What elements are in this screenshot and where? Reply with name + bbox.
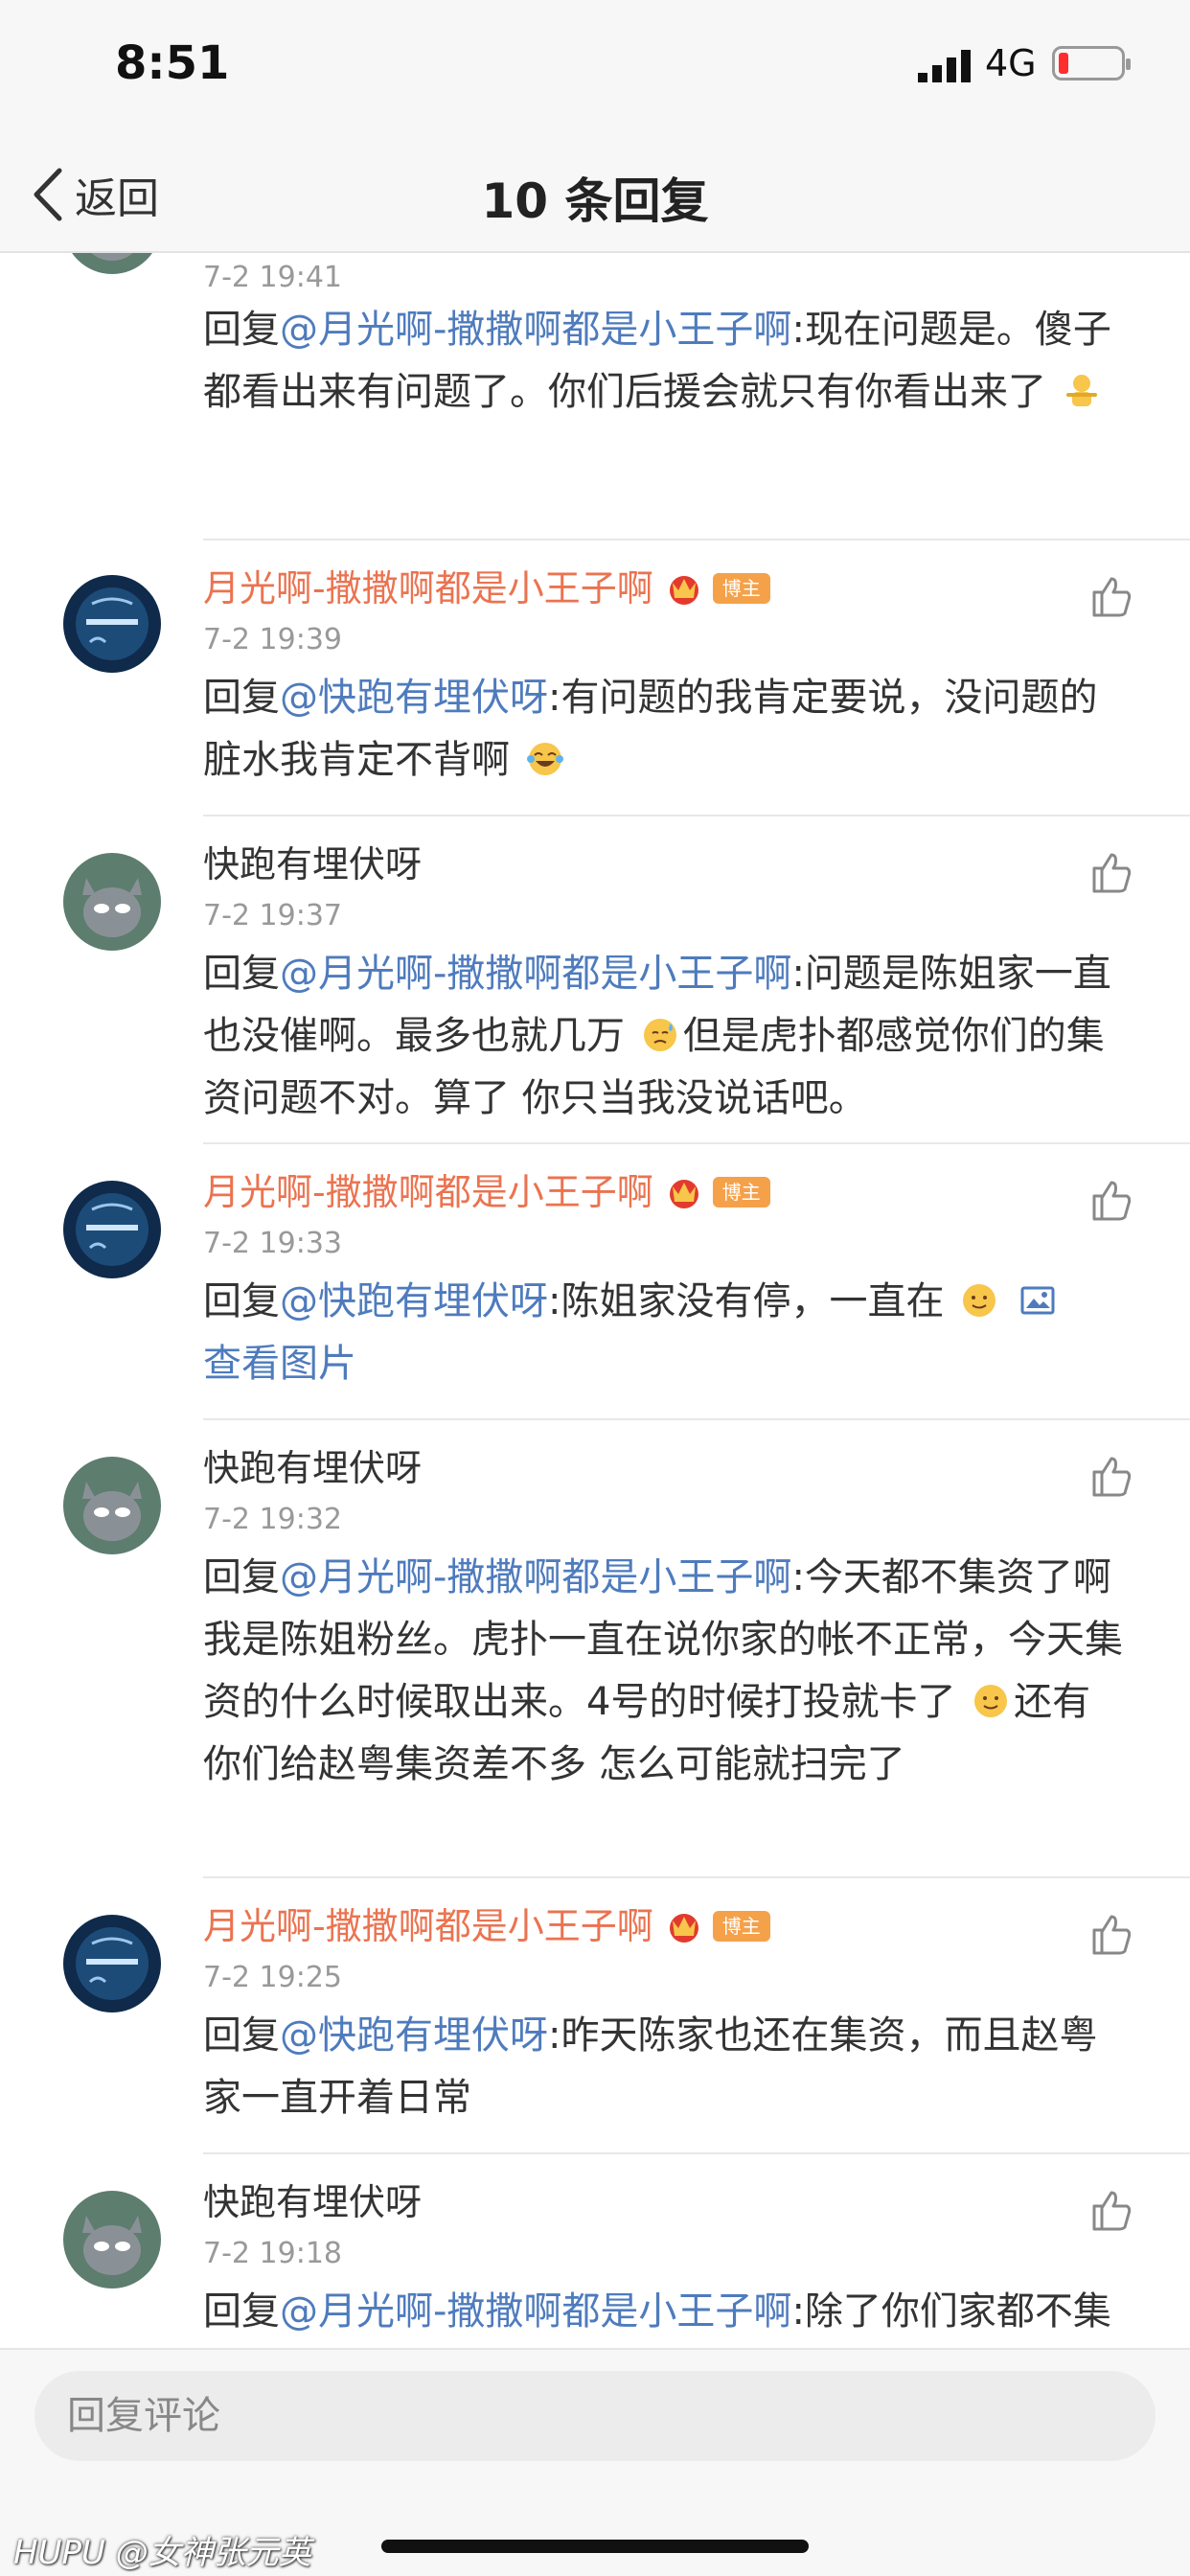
mention-link[interactable]: @快跑有埋伏呀 [280,2013,548,2058]
mention-link[interactable]: @快跑有埋伏呀 [280,1279,548,1323]
comment-text: 回复@快跑有埋伏呀:陈姐家没有停，一直在 查看图片 [203,1271,1123,1395]
crown-icon [669,576,698,605]
reply-prefix: 回复 [203,952,280,996]
comment-author[interactable]: 月光啊-撒撒啊都是小王子啊 博主 [203,1169,770,1215]
comment-text: 回复@月光啊-撒撒啊都是小王子啊:现在问题是。傻子都看出来有问题了。你们后援会就… [203,299,1123,424]
thumbs-up-icon[interactable] [1088,1453,1134,1499]
comment-author[interactable]: 快跑有埋伏呀 [203,1445,422,1491]
watermark: HUPU @女神张元英 [13,2534,311,2572]
comment-time: 7-2 19:41 [203,261,342,294]
image-icon[interactable] [1018,1281,1057,1320]
blogger-badge: 博主 [712,1177,770,1208]
author-name: 月光啊-撒撒啊都是小王子啊 [203,1171,653,1213]
page-title: 10 条回复 [481,173,709,229]
reply-prefix: 回复 [203,2013,280,2058]
comment-item: 7-2 19:41 回复@月光啊-撒撒啊都是小王子啊:现在问题是。傻子都看出来有… [0,253,1190,540]
reply-input[interactable] [34,2371,1156,2461]
mention-link[interactable]: @月光啊-撒撒啊都是小王子啊 [280,1555,791,1599]
comment-text: 回复@月光啊-撒撒啊都是小王子啊:除了你们家都不集资了 [203,2281,1123,2348]
thumbs-up-icon[interactable] [1088,2187,1134,2233]
sweat-emoji-icon [643,1019,676,1051]
comment-author[interactable]: 快跑有埋伏呀 [203,2179,422,2225]
home-indicator[interactable] [381,2540,809,2553]
blogger-badge: 博主 [712,1911,770,1942]
reply-prefix: 回复 [203,308,280,352]
tom-cat-avatar-icon [63,853,161,951]
avatar[interactable] [63,1915,161,2012]
author-name: 快跑有埋伏呀 [203,843,423,886]
avatar[interactable] [63,1181,161,1278]
comment-time: 7-2 19:37 [203,899,342,932]
mention-link[interactable]: @月光啊-撒撒啊都是小王子啊 [280,308,791,352]
network-type: 4G [985,42,1037,84]
blogger-avatar-icon [63,1915,161,2012]
thumbs-up-icon[interactable] [1088,849,1134,895]
author-name: 月光啊-撒撒啊都是小王子啊 [203,1905,653,1947]
thumbs-up-icon[interactable] [1088,1911,1134,1957]
comment-item: 快跑有埋伏呀 7-2 19:18 回复@月光啊-撒撒啊都是小王子啊:除了你们家都… [0,2154,1190,2348]
reply-prefix: 回复 [203,676,280,720]
comment-text: 回复@月光啊-撒撒啊都是小王子啊:今天都不集资了啊 我是陈姐粉丝。虎扑一直在说你… [203,1547,1123,1796]
comment-item: 月光啊-撒撒啊都是小王子啊 博主 7-2 19:39 回复@快跑有埋伏呀:有问题… [0,540,1190,818]
blogger-avatar-icon [63,575,161,673]
tom-cat-avatar-icon [63,1457,161,1554]
comment-item: 快跑有埋伏呀 7-2 19:32 回复@月光啊-撒撒啊都是小王子啊:今天都不集资… [0,1420,1190,1880]
signal-icon [918,50,971,82]
author-name: 快跑有埋伏呀 [203,2181,423,2223]
status-time: 8:51 [115,36,230,90]
blogger-badge: 博主 [712,573,770,604]
view-image-link[interactable]: 查看图片 [203,1342,356,1386]
comment-time: 7-2 19:18 [203,2237,342,2270]
crown-icon [669,1180,698,1208]
thumbs-up-icon[interactable] [1088,1177,1134,1223]
author-name: 月光啊-撒撒啊都是小王子啊 [203,567,653,610]
avatar[interactable] [63,1457,161,1554]
shrug-emoji-icon [1065,375,1097,406]
smile-emoji-icon [974,1685,1008,1717]
comment-item: 月光啊-撒撒啊都是小王子啊 博主 7-2 19:33 回复@快跑有埋伏呀:陈姐家… [0,1144,1190,1422]
avatar[interactable] [63,253,161,274]
comment-author[interactable]: 快跑有埋伏呀 [203,841,422,887]
blogger-avatar-icon [63,1181,161,1278]
comment-text: 回复@快跑有埋伏呀:有问题的我肯定要说，没问题的脏水我肯定不背啊 [203,667,1123,792]
reply-prefix: 回复 [203,2289,280,2334]
avatar[interactable] [63,575,161,673]
tom-cat-avatar-icon [63,2191,161,2288]
comment-author[interactable]: 月光啊-撒撒啊都是小王子啊 博主 [203,1903,770,1949]
comment-text: 回复@快跑有埋伏呀:昨天陈家也还在集资，而且赵粤家一直开着日常 [203,2005,1123,2129]
comment-time: 7-2 19:25 [203,1961,342,1994]
comment-time: 7-2 19:32 [203,1503,342,1536]
crown-icon [669,1914,698,1943]
comment-time: 7-2 19:39 [203,623,342,656]
mention-link[interactable]: @月光啊-撒撒啊都是小王子啊 [280,952,791,996]
comment-time: 7-2 19:33 [203,1227,342,1260]
avatar[interactable] [63,2191,161,2288]
avatar[interactable] [63,853,161,951]
reply-prefix: 回复 [203,1279,280,1323]
laugh-cry-emoji-icon [526,743,563,775]
battery-icon [1052,46,1131,80]
mention-link[interactable]: @快跑有埋伏呀 [280,676,548,720]
comment-text: 回复@月光啊-撒撒啊都是小王子啊:问题是陈姐家一直也没催啊。最多也就几万 但是虎… [203,943,1123,1130]
tom-cat-avatar-icon [63,253,161,274]
nav-bar: 返回 10 条回复 [0,134,1190,253]
battery-level [1059,53,1068,74]
author-name: 快跑有埋伏呀 [203,1447,423,1489]
comment-item: 月光啊-撒撒啊都是小王子啊 博主 7-2 19:25 回复@快跑有埋伏呀:昨天陈… [0,1878,1190,2156]
comment-body: :陈姐家没有停，一直在 [548,1279,945,1323]
reply-prefix: 回复 [203,1555,280,1599]
comment-item: 快跑有埋伏呀 7-2 19:37 回复@月光啊-撒撒啊都是小王子啊:问题是陈姐家… [0,816,1190,1146]
reply-list[interactable]: 7-2 19:41 回复@月光啊-撒撒啊都是小王子啊:现在问题是。傻子都看出来有… [0,253,1190,2348]
comment-author[interactable]: 月光啊-撒撒啊都是小王子啊 博主 [203,565,770,611]
status-bar: 8:51 4G [0,0,1190,134]
mention-link[interactable]: @月光啊-撒撒啊都是小王子啊 [280,2289,791,2334]
thumbs-up-icon[interactable] [1088,573,1134,619]
smile-emoji-icon [963,1284,996,1317]
